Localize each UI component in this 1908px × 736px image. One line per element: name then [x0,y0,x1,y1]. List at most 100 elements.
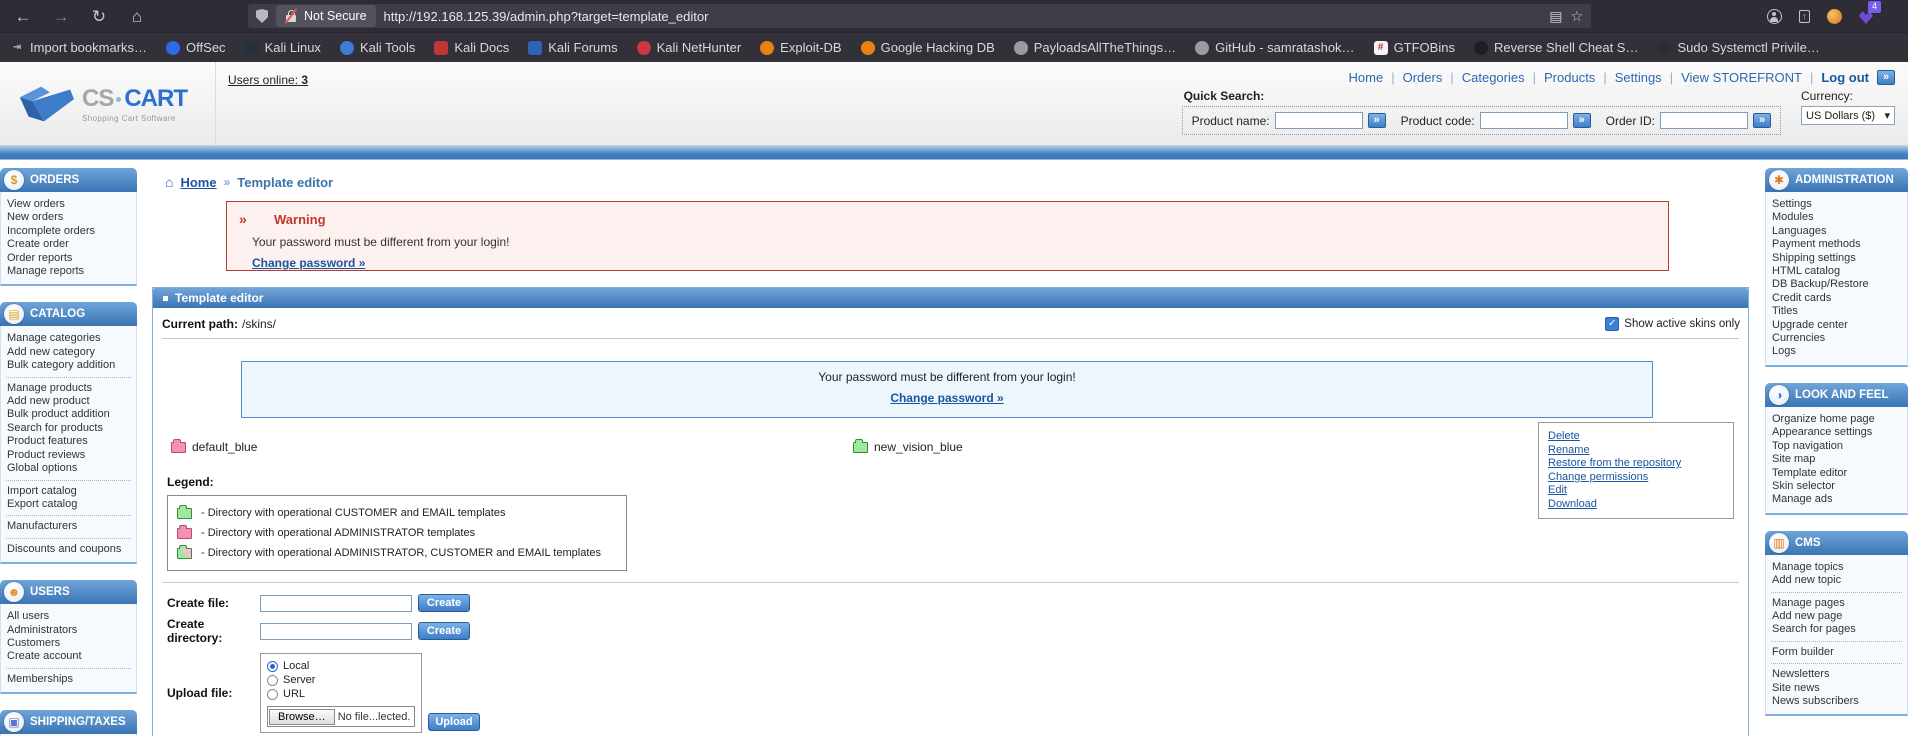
sidebar-item-languages[interactable]: Languages [1769,225,1904,238]
home-icon[interactable]: ⌂ [126,8,148,25]
nav-link-settings[interactable]: Settings [1615,70,1662,85]
sidebar-item-manage-topics[interactable]: Manage topics [1769,561,1904,574]
show-active-skins-toggle[interactable]: Show active skins only [1605,317,1740,331]
create-directory-input[interactable] [260,622,412,640]
search-go-button[interactable]: » [1753,113,1771,128]
file-action-change-permissions[interactable]: Change permissions [1548,471,1724,485]
reload-icon[interactable]: ↻ [88,8,110,25]
sidebar-item-logs[interactable]: Logs [1769,345,1904,358]
bookmark-item-kali-linux[interactable]: Kali Linux [244,40,321,55]
bookmark-item-kali-nethunter[interactable]: Kali NetHunter [636,40,741,55]
search-field-input[interactable] [1274,112,1363,129]
sidebar-item-product-reviews[interactable]: Product reviews [4,449,133,462]
shield-icon[interactable] [256,9,268,23]
bookmark-item-payloadsallthethings[interactable]: PayloadsAllTheThings… [1013,40,1176,55]
account-icon[interactable] [1767,8,1782,24]
bookmark-item-kali-tools[interactable]: Kali Tools [339,40,415,55]
sidebar-item-product-features[interactable]: Product features [4,435,133,448]
radio-server[interactable] [267,674,278,686]
sidebar-item-news-subscribers[interactable]: News subscribers [1769,695,1904,708]
url-text[interactable]: http://192.168.125.39/admin.php?target=t… [384,9,1542,24]
sidebar-item-discounts-and-coupons[interactable]: Discounts and coupons [4,543,133,556]
sidebar-item-administrators[interactable]: Administrators [4,624,133,637]
sidebar-item-new-orders[interactable]: New orders [4,211,133,224]
search-go-button[interactable]: » [1367,113,1386,128]
sidebar-item-settings[interactable]: Settings [1769,198,1904,211]
sidebar-item-all-users[interactable]: All users [4,610,133,623]
bookmark-item-reverse-shell-cheat-s[interactable]: Reverse Shell Cheat S… [1473,40,1638,55]
sidebar-item-export-catalog[interactable]: Export catalog [4,498,133,511]
upload-button[interactable]: Upload [428,713,480,731]
show-active-skins-checkbox[interactable] [1605,317,1620,331]
bookmark-item-github-samratashok[interactable]: GitHub - samratashok… [1195,40,1355,55]
sidebar-item-site-map[interactable]: Site map [1769,453,1904,466]
nav-link-categories[interactable]: Categories [1462,70,1525,85]
security-chip[interactable]: Not Secure [276,5,376,27]
sidebar-item-create-account[interactable]: Create account [4,650,133,663]
upload-source-option-server[interactable]: Server [267,673,415,687]
folder-entry-new-vision-blue[interactable]: new_vision_blue [853,438,963,454]
create-directory-button[interactable]: Create [418,622,470,640]
bookmark-item-kali-docs[interactable]: Kali Docs [434,40,509,55]
orange-extension-icon[interactable] [1827,8,1842,24]
sidebar-item-manage-ads[interactable]: Manage ads [1769,493,1904,506]
sidebar-item-search-for-products[interactable]: Search for products [4,422,133,435]
sidebar-item-bulk-product-addition[interactable]: Bulk product addition [4,408,133,421]
bookmark-item-offsec[interactable]: OffSec [166,40,226,55]
url-bar[interactable]: Not Secure http://192.168.125.39/admin.p… [248,4,1591,28]
notice-change-password-link[interactable]: Change password » [890,391,1003,405]
file-action-edit[interactable]: Edit [1548,484,1724,498]
sidebar-item-modules[interactable]: Modules [1769,211,1904,224]
sidebar-item-add-new-topic[interactable]: Add new topic [1769,574,1904,587]
forward-icon[interactable]: → [50,8,72,25]
sidebar-item-template-editor[interactable]: Template editor [1769,467,1904,480]
sidebar-item-manage-categories[interactable]: Manage categories [4,332,133,345]
sidebar-item-credit-cards[interactable]: Credit cards [1769,292,1904,305]
folder-entry-default-blue[interactable]: default_blue [171,438,853,454]
search-go-button[interactable]: » [1572,113,1591,128]
currency-select[interactable]: US Dollars ($) ▾ [1801,106,1895,125]
sidebar-item-view-orders[interactable]: View orders [4,198,133,211]
sidebar-item-add-new-category[interactable]: Add new category [4,346,133,359]
radio-local[interactable] [267,660,278,672]
reader-view-icon[interactable]: ▤ [1549,8,1562,25]
bookmark-item-import-bookmarks[interactable]: ⇥ Import bookmarks… [10,40,147,55]
search-field-input[interactable] [1479,112,1568,129]
sidebar-item-site-news[interactable]: Site news [1769,682,1904,695]
sidebar-item-global-options[interactable]: Global options [4,462,133,475]
sidebar-item-bulk-category-addition[interactable]: Bulk category addition [4,359,133,372]
sidebar-item-manage-products[interactable]: Manage products [4,382,133,395]
sidebar-item-titles[interactable]: Titles [1769,305,1904,318]
sidebar-item-search-for-pages[interactable]: Search for pages [1769,623,1904,636]
sidebar-item-organize-home-page[interactable]: Organize home page [1769,413,1904,426]
sidebar-item-add-new-page[interactable]: Add new page [1769,610,1904,623]
radio-url[interactable] [267,688,278,700]
nav-link-home[interactable]: Home [1349,70,1384,85]
file-input[interactable]: Browse… No file...lected. [267,706,415,727]
sidebar-item-order-reports[interactable]: Order reports [4,252,133,265]
logout-link[interactable]: Log out [1821,70,1869,85]
sidebar-item-incomplete-orders[interactable]: Incomplete orders [4,225,133,238]
bookmark-item-kali-forums[interactable]: Kali Forums [528,40,618,55]
upload-source-option-local[interactable]: Local [267,659,415,673]
purple-extension-icon[interactable]: 4 [1859,1,1881,24]
create-file-input[interactable] [260,594,412,612]
file-action-restore-from-the-repository[interactable]: Restore from the repository [1548,457,1724,471]
nav-link-view-storefront[interactable]: View STOREFRONT [1681,70,1802,85]
browse-button[interactable]: Browse… [269,708,335,725]
back-icon[interactable]: ← [12,8,34,25]
create-file-button[interactable]: Create [418,594,470,612]
share-icon[interactable]: ↑ [1799,9,1810,23]
file-action-download[interactable]: Download [1548,498,1724,512]
logout-go-icon[interactable]: » [1877,70,1895,85]
sidebar-item-import-catalog[interactable]: Import catalog [4,485,133,498]
search-field-input[interactable] [1660,112,1748,129]
sidebar-item-create-order[interactable]: Create order [4,238,133,251]
sidebar-item-manage-pages[interactable]: Manage pages [1769,597,1904,610]
sidebar-item-db-backup-restore[interactable]: DB Backup/Restore [1769,278,1904,291]
sidebar-item-appearance-settings[interactable]: Appearance settings [1769,426,1904,439]
sidebar-item-form-builder[interactable]: Form builder [1769,646,1904,659]
file-action-rename[interactable]: Rename [1548,444,1724,458]
users-online-link[interactable]: Users online: 3 [228,73,308,145]
sidebar-item-top-navigation[interactable]: Top navigation [1769,440,1904,453]
